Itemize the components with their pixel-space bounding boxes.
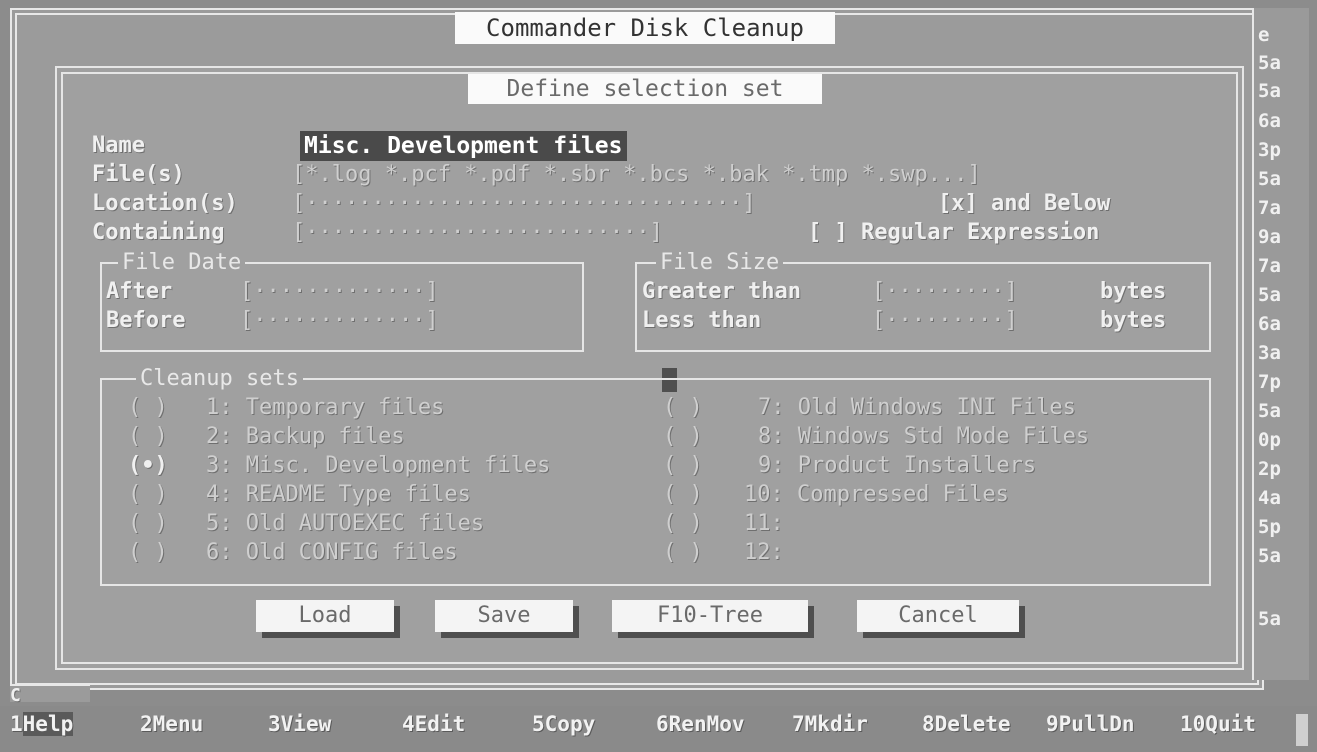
cleanup-set-label: 4: README Type files bbox=[206, 482, 471, 507]
window-title: Commander Disk Cleanup bbox=[455, 12, 835, 44]
radio-button[interactable]: ( ) bbox=[128, 423, 168, 451]
radio-button[interactable]: ( ) bbox=[663, 510, 703, 538]
cleanup-set-label: 7: Old Windows INI Files bbox=[758, 395, 1076, 420]
name-input[interactable]: Misc. Development files bbox=[300, 131, 627, 161]
cleanup-set-label: 3: Misc. Development files bbox=[206, 453, 551, 478]
file-size-title: File Size bbox=[656, 250, 784, 276]
cleanup-set-label: 9: Product Installers bbox=[758, 453, 1037, 478]
fkey-help[interactable]: 1Help bbox=[10, 712, 74, 736]
containing-label: Containing bbox=[92, 220, 225, 245]
less-than-label: Less than bbox=[642, 308, 762, 333]
load-button[interactable]: Load bbox=[256, 600, 394, 632]
after-label: After bbox=[106, 279, 173, 304]
fkey-quit[interactable]: 10Quit bbox=[1180, 712, 1256, 736]
strip-cell: 9a bbox=[1258, 226, 1281, 248]
fkey-copy[interactable]: 5Copy bbox=[532, 712, 595, 736]
file-date-title: File Date bbox=[118, 250, 246, 276]
regex-checkbox[interactable]: [ ] Regular Expression bbox=[808, 219, 1099, 247]
fkey-view[interactable]: 3View bbox=[268, 712, 331, 736]
cleanup-set-label: 10: Compressed Files bbox=[744, 482, 1009, 507]
background-panel-edge bbox=[10, 684, 90, 702]
greater-than-label: Greater than bbox=[642, 279, 801, 304]
less-than-input[interactable]: [·········] bbox=[872, 307, 1018, 335]
fkey-menu[interactable]: 2Menu bbox=[140, 712, 203, 736]
greater-than-input[interactable]: [·········] bbox=[872, 278, 1018, 306]
strip-cell: 6a bbox=[1258, 313, 1281, 335]
fkey-edit[interactable]: 4Edit bbox=[402, 712, 465, 736]
locations-label: Location(s) bbox=[92, 191, 238, 216]
name-label: Name bbox=[92, 133, 145, 158]
tree-button[interactable]: F10-Tree bbox=[612, 600, 808, 632]
cleanup-set-label: 6: Old CONFIG files bbox=[206, 540, 458, 565]
strip-cell: 5a bbox=[1258, 80, 1281, 102]
radio-button[interactable]: ( ) bbox=[128, 539, 168, 567]
strip-cell: 5a bbox=[1258, 608, 1281, 630]
strip-cell: 5a bbox=[1258, 400, 1281, 422]
containing-input[interactable]: [··························] bbox=[292, 219, 663, 247]
cleanup-set-label: 11: bbox=[744, 511, 784, 536]
save-button[interactable]: Save bbox=[435, 600, 573, 632]
cleanup-set-label: 12: bbox=[744, 540, 784, 565]
strip-cell: 7a bbox=[1258, 197, 1281, 219]
fkey-pulldn[interactable]: 9PullDn bbox=[1046, 712, 1135, 736]
radio-button[interactable]: ( ) bbox=[128, 510, 168, 538]
radio-button[interactable]: ( ) bbox=[663, 394, 703, 422]
radio-button[interactable]: ( ) bbox=[128, 481, 168, 509]
strip-cell: 5a bbox=[1258, 545, 1281, 567]
fkey-mkdir[interactable]: 7Mkdir bbox=[792, 712, 868, 736]
strip-cell: 3p bbox=[1258, 139, 1281, 161]
before-input[interactable]: [·············] bbox=[240, 307, 439, 335]
radio-button[interactable]: ( ) bbox=[663, 481, 703, 509]
scroll-indicator bbox=[1296, 714, 1308, 746]
strip-cell: e bbox=[1258, 24, 1270, 46]
strip-cell: 3a bbox=[1258, 342, 1281, 364]
strip-cell: 0p bbox=[1258, 429, 1281, 451]
cleanup-set-label: 8: Windows Std Mode Files bbox=[758, 424, 1090, 449]
radio-button-selected[interactable]: (•) bbox=[128, 452, 168, 480]
radio-button[interactable]: ( ) bbox=[663, 539, 703, 567]
radio-button[interactable]: ( ) bbox=[663, 452, 703, 480]
dialog-title: Define selection set bbox=[468, 74, 822, 104]
fkey-delete[interactable]: 8Delete bbox=[922, 712, 1011, 736]
cleanup-set-label: 5: Old AUTOEXEC files bbox=[206, 511, 485, 536]
radio-button[interactable]: ( ) bbox=[128, 394, 168, 422]
fkey-renmov[interactable]: 6RenMov bbox=[656, 712, 745, 736]
cancel-button[interactable]: Cancel bbox=[857, 600, 1019, 632]
bytes-label: bytes bbox=[1100, 279, 1167, 304]
strip-cell: 6a bbox=[1258, 110, 1281, 132]
files-input[interactable]: [*.log *.pcf *.pdf *.sbr *.bcs *.bak *.t… bbox=[292, 161, 981, 189]
radio-button[interactable]: ( ) bbox=[663, 423, 703, 451]
strip-cell: 5p bbox=[1258, 516, 1281, 538]
strip-cell: 2p bbox=[1258, 458, 1281, 480]
before-label: Before bbox=[106, 308, 186, 333]
and-below-checkbox[interactable]: [x] and Below bbox=[938, 190, 1110, 218]
bytes-label: bytes bbox=[1100, 308, 1167, 333]
strip-cell: 5a bbox=[1258, 52, 1281, 74]
after-input[interactable]: [·············] bbox=[240, 278, 439, 306]
strip-cell: 5a bbox=[1258, 284, 1281, 306]
strip-cell: 7p bbox=[1258, 371, 1281, 393]
strip-cell: 7a bbox=[1258, 255, 1281, 277]
locations-input[interactable]: [·································] bbox=[292, 190, 756, 218]
cleanup-sets-title: Cleanup sets bbox=[136, 366, 303, 392]
strip-cell: 4a bbox=[1258, 487, 1281, 509]
strip-cell: 5a bbox=[1258, 168, 1281, 190]
right-column-strip: e 5a 5a 6a 3p 5a 7a 9a 7a 5a 6a 3a 7p 5a… bbox=[1252, 8, 1309, 680]
cleanup-set-label: 2: Backup files bbox=[206, 424, 405, 449]
files-label: File(s) bbox=[92, 162, 185, 187]
cleanup-set-label: 1: Temporary files bbox=[206, 395, 445, 420]
